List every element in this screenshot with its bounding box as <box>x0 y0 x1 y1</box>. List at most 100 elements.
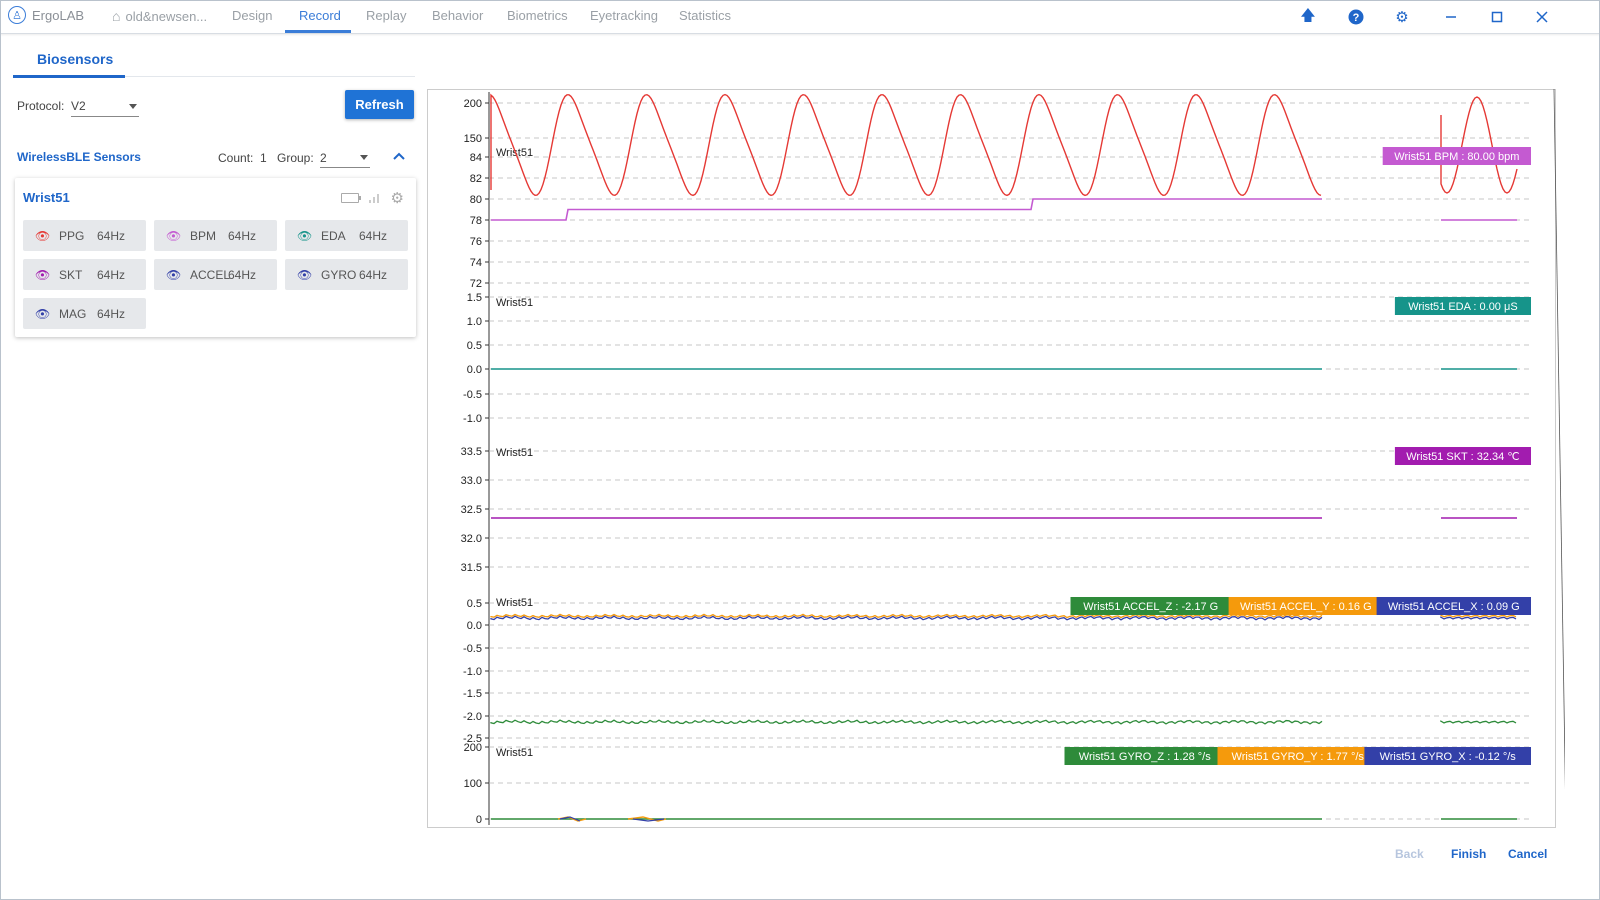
accel-x-readout: Wrist51 ACCEL_X : 0.09 G <box>1388 601 1520 613</box>
upload-icon[interactable]: 🡅 <box>1298 7 1318 27</box>
refresh-button[interactable]: Refresh <box>345 90 414 119</box>
y-tick-label: 31.5 <box>461 562 482 574</box>
sensor-chip-gyro[interactable]: 👁 GYRO 64Hz <box>285 259 408 290</box>
home-icon: ⌂ <box>112 8 121 24</box>
y-tick-label: 76 <box>470 236 482 248</box>
help-icon[interactable]: ? <box>1346 7 1366 27</box>
eye-icon[interactable]: 👁 <box>297 268 313 282</box>
sensor-name: BPM <box>190 228 217 243</box>
y-tick-label: 72 <box>470 278 482 290</box>
sensor-chip-ppg[interactable]: 👁 PPG 64Hz <box>23 220 146 251</box>
sensor-rate: 64Hz <box>97 306 126 321</box>
y-tick-label: 0 <box>476 814 482 826</box>
y-tick-label: -0.5 <box>463 643 482 655</box>
accel-y-line-resumed <box>1440 614 1517 618</box>
maximize-icon[interactable] <box>1487 7 1507 27</box>
tab-behavior[interactable]: Behavior <box>432 8 483 23</box>
y-tick-label: 80 <box>470 194 482 206</box>
sensor-rate: 64Hz <box>228 267 257 282</box>
y-tick-label: 84 <box>470 152 482 164</box>
y-tick-label: 32.5 <box>461 504 482 516</box>
sensor-name: ACCEL <box>190 267 231 282</box>
sensor-chip-mag[interactable]: 👁 MAG 64Hz <box>23 298 146 329</box>
cancel-button[interactable]: Cancel <box>1508 847 1547 861</box>
sensor-chip-bpm[interactable]: 👁 BPM 64Hz <box>154 220 277 251</box>
panel-title[interactable]: Biosensors <box>37 51 113 67</box>
device-label: Wrist51 <box>496 297 533 309</box>
battery-icon <box>340 193 361 203</box>
svg-text:?: ? <box>1353 12 1360 24</box>
sensor-chip-accel[interactable]: 👁 ACCEL 64Hz <box>154 259 277 290</box>
count-label-text: Count: <box>218 151 254 165</box>
group-select[interactable]: 2 <box>320 148 370 168</box>
sensor-name: GYRO <box>321 267 357 282</box>
finish-button[interactable]: Finish <box>1451 847 1486 861</box>
tab-biometrics[interactable]: Biometrics <box>507 8 568 23</box>
sensor-rate: 64Hz <box>97 228 126 243</box>
signal-icon <box>368 194 379 203</box>
sensor-section-title: WirelessBLE Sensors <box>17 150 141 164</box>
bpm-readout: Wrist51 BPM : 80.00 bpm <box>1394 151 1519 163</box>
count-value: 1 <box>260 151 267 165</box>
sensor-rate: 64Hz <box>97 267 126 282</box>
minimize-icon[interactable] <box>1441 7 1461 27</box>
close-icon[interactable] <box>1532 7 1552 27</box>
project-breadcrumb[interactable]: ⌂ old&newsen... <box>112 8 207 24</box>
y-tick-label: 33.5 <box>461 446 482 458</box>
sensor-rate: 64Hz <box>359 267 388 282</box>
ppg-line <box>490 93 1322 197</box>
title-bar: ♙ ErgoLAB ⌂ old&newsen... Design Record … <box>0 0 1600 34</box>
eye-icon[interactable]: 👁 <box>35 229 51 243</box>
eye-icon[interactable]: 👁 <box>297 229 313 243</box>
back-button[interactable]: Back <box>1395 847 1424 861</box>
device-card: Wrist51 ⚙ 👁 PPG 64Hz 👁 BPM 64Hz 👁 EDA 64… <box>15 178 416 337</box>
eda-readout: Wrist51 EDA : 0.00 μS <box>1408 301 1517 313</box>
tab-eyetracking[interactable]: Eyetracking <box>590 8 658 23</box>
y-tick-label: -0.5 <box>463 389 482 401</box>
project-name: old&newsen... <box>125 8 208 24</box>
tab-statistics[interactable]: Statistics <box>679 8 731 23</box>
y-tick-label: 0.5 <box>467 340 482 352</box>
realtime-chart-panel[interactable]: 200 150 84 82 80 78 76 74 72 Wrist51 Wrist51 BPM :… <box>427 89 1556 828</box>
sensor-rate: 64Hz <box>359 228 388 243</box>
sensor-name: PPG <box>59 228 85 243</box>
eye-icon[interactable]: 👁 <box>166 229 182 243</box>
accel-y-readout: Wrist51 ACCEL_Y : 0.16 G <box>1240 601 1372 613</box>
y-tick-label: 150 <box>464 133 482 145</box>
tab-design[interactable]: Design <box>232 8 272 23</box>
y-tick-label: 82 <box>470 173 482 185</box>
count-label: Count: 1 <box>218 151 267 165</box>
y-tick-label: 0.0 <box>467 364 482 376</box>
bpm-line <box>491 198 1322 221</box>
tab-record[interactable]: Record <box>299 8 341 23</box>
tab-replay[interactable]: Replay <box>366 8 406 23</box>
realtime-chart: 200 150 84 82 80 78 76 74 72 Wrist51 Wrist51 BPM :… <box>461 92 1531 826</box>
gyro-y-readout: Wrist51 GYRO_Y : 1.77 °/s <box>1232 751 1365 763</box>
chevron-up-icon[interactable] <box>391 148 407 164</box>
eye-icon[interactable]: 👁 <box>166 268 182 282</box>
accel-z-line <box>490 719 1323 725</box>
device-status-icons: ⚙ <box>340 189 404 207</box>
eye-icon[interactable]: 👁 <box>35 307 51 321</box>
group-value: 2 <box>320 150 327 165</box>
protocol-select[interactable]: V2 <box>71 96 139 117</box>
y-tick-label: -1.5 <box>463 688 482 700</box>
panel-tab-indicator <box>13 75 125 78</box>
chevron-down-icon <box>129 103 137 109</box>
sensor-name: SKT <box>59 267 83 282</box>
chart-right-edge <box>1553 89 1565 790</box>
y-tick-label: -1.0 <box>463 413 482 425</box>
device-label: Wrist51 <box>496 747 533 759</box>
y-tick-label: 100 <box>464 778 482 790</box>
y-tick-label: 33.0 <box>461 475 482 487</box>
device-label: Wrist51 <box>496 447 533 459</box>
sensor-chip-skt[interactable]: 👁 SKT 64Hz <box>23 259 146 290</box>
device-name[interactable]: Wrist51 <box>23 190 70 205</box>
eye-icon[interactable]: 👁 <box>35 268 51 282</box>
protocol-label: Protocol: <box>17 99 65 113</box>
skt-readout: Wrist51 SKT : 32.34 ℃ <box>1406 451 1519 463</box>
settings-gear-icon[interactable]: ⚙ <box>1392 7 1412 27</box>
sensor-chip-eda[interactable]: 👁 EDA 64Hz <box>285 220 408 251</box>
y-tick-label: -1.0 <box>463 666 482 678</box>
device-settings-gear-icon[interactable]: ⚙ <box>391 189 404 207</box>
